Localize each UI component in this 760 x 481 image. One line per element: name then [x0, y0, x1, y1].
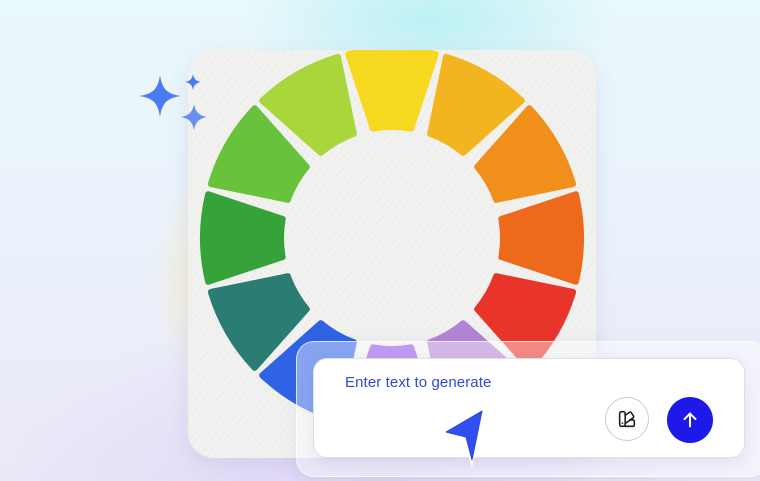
- prompt-input[interactable]: Enter text to generate: [345, 374, 491, 391]
- send-button[interactable]: [667, 397, 713, 443]
- sparkles-icon: [139, 74, 207, 130]
- style-button[interactable]: [605, 397, 649, 441]
- pointer-cursor-icon: [440, 406, 484, 468]
- style-palette-icon: [618, 410, 636, 428]
- arrow-up-icon: [683, 412, 697, 428]
- color-wheel-segment: [345, 50, 439, 132]
- prompt-input-box[interactable]: Enter text to generate: [313, 358, 745, 458]
- color-wheel-segment: [200, 191, 286, 285]
- color-wheel-segment: [498, 191, 584, 285]
